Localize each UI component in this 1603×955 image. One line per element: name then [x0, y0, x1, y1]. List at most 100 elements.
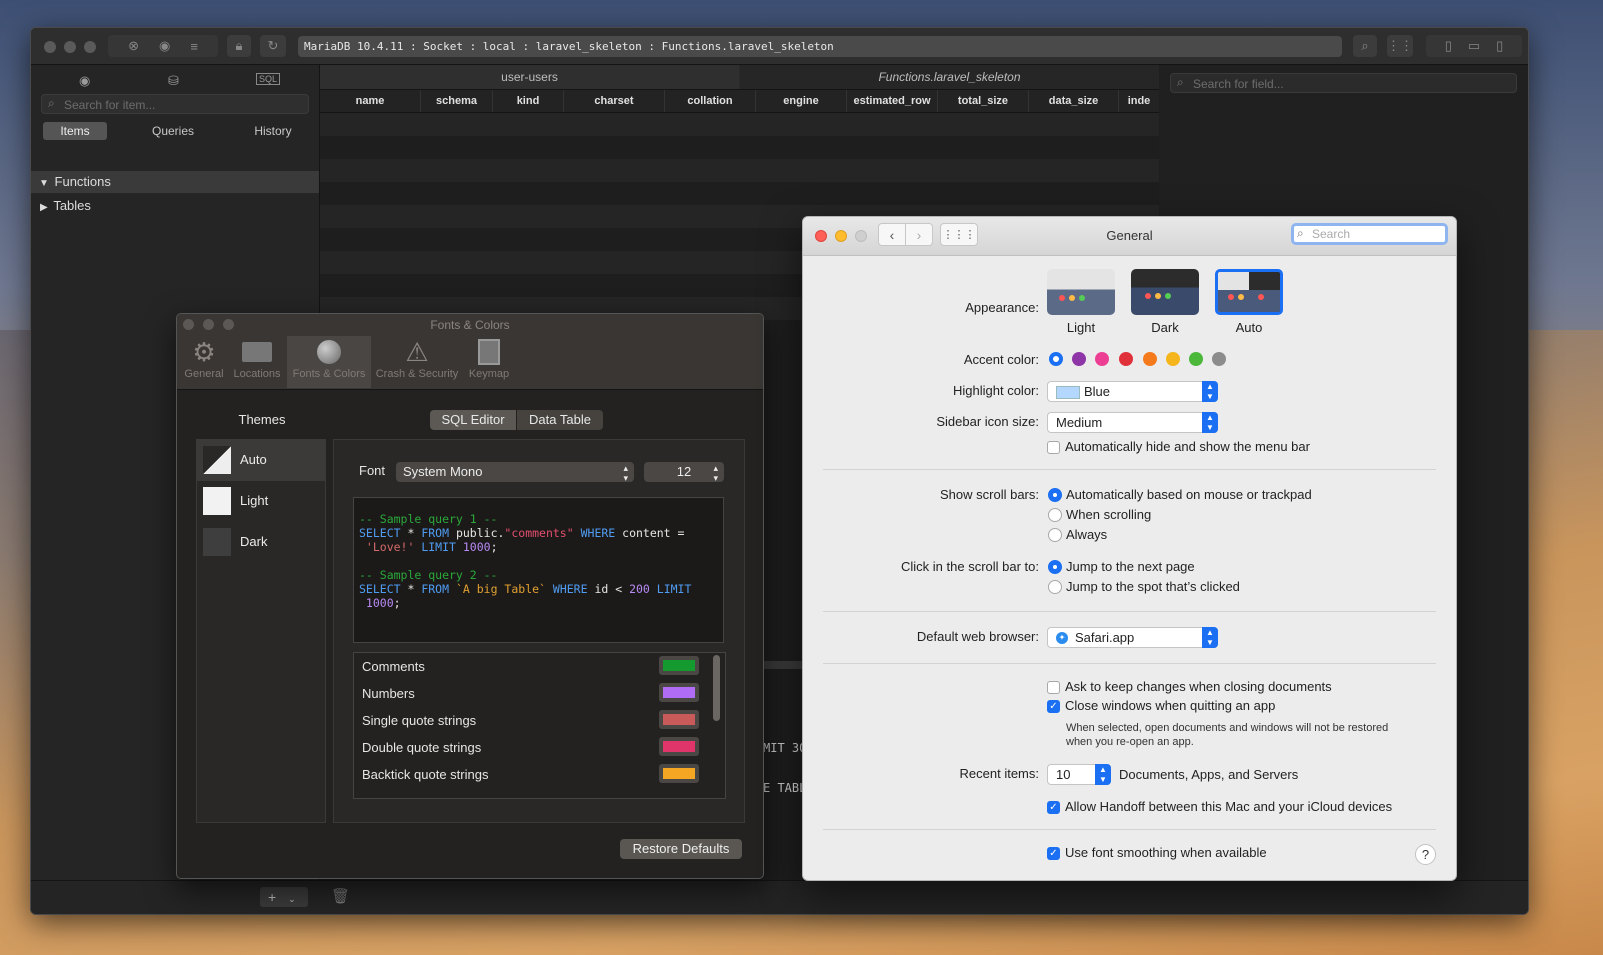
grid-icon[interactable]: ⋮⋮: [1387, 35, 1413, 57]
theme-item-light[interactable]: Light: [197, 481, 325, 522]
menubar-checkbox[interactable]: [1047, 441, 1060, 454]
click-next-page-radio[interactable]: [1048, 560, 1062, 574]
tool-keymap[interactable]: Keymap: [467, 336, 511, 388]
color-item-comments[interactable]: Comments: [354, 653, 714, 680]
tab-user-users[interactable]: user-users: [320, 65, 739, 89]
color-item-double-quote[interactable]: Double quote strings: [354, 734, 714, 761]
color-well[interactable]: [659, 683, 699, 702]
column-header[interactable]: estimated_row: [847, 90, 938, 112]
restore-defaults-button[interactable]: Restore Defaults: [620, 839, 742, 859]
table-row[interactable]: [320, 159, 1159, 182]
font-smoothing-checkbox[interactable]: ✓: [1047, 847, 1060, 860]
column-header[interactable]: engine: [756, 90, 847, 112]
scroll-auto-radio[interactable]: [1048, 488, 1062, 502]
scroll-always-radio[interactable]: [1048, 528, 1062, 542]
column-header[interactable]: inde: [1119, 90, 1159, 112]
field-search-input[interactable]: Search for field...: [1170, 73, 1517, 93]
lock-icon[interactable]: 🔒︎: [227, 35, 251, 57]
click-spot-radio[interactable]: [1048, 580, 1062, 594]
scrollbar-thumb[interactable]: [713, 655, 720, 721]
accent-color-orange[interactable]: [1143, 352, 1157, 366]
tool-general[interactable]: ⚙ General: [183, 336, 225, 388]
sql-icon[interactable]: SQL: [256, 73, 281, 85]
column-header[interactable]: charset: [564, 90, 665, 112]
table-row[interactable]: [320, 182, 1159, 205]
theme-item-dark[interactable]: Dark: [197, 522, 325, 563]
segment-history[interactable]: History: [241, 122, 305, 140]
right-panel-icon[interactable]: ▯: [1496, 38, 1503, 54]
segment-sql-editor[interactable]: SQL Editor: [430, 410, 516, 430]
color-well[interactable]: [659, 656, 699, 675]
appearance-light-thumb[interactable]: [1047, 269, 1115, 315]
connection-icon[interactable]: ◉: [79, 73, 90, 89]
default-browser-select[interactable]: ✦ Safari.app ▲ ▼: [1047, 627, 1218, 648]
column-header[interactable]: total_size: [938, 90, 1029, 112]
column-header[interactable]: schema: [421, 90, 493, 112]
column-header[interactable]: name: [320, 90, 421, 112]
database-icon[interactable]: ⛁: [168, 73, 179, 89]
preferences-search-input[interactable]: Search: [1291, 223, 1448, 245]
theme-thumbnail: [203, 528, 231, 556]
color-item-numbers[interactable]: Numbers: [354, 680, 714, 707]
segment-items[interactable]: Items: [43, 122, 107, 140]
sidebar-search-input[interactable]: Search for item...: [41, 94, 309, 114]
highlight-color-select[interactable]: Blue ▲ ▼: [1047, 381, 1218, 402]
connection-address-bar[interactable]: MariaDB 10.4.11 : Socket : local : larav…: [298, 36, 1342, 57]
color-item-label: Numbers: [362, 686, 415, 701]
close-window-button[interactable]: [44, 41, 56, 53]
color-item-single-quote[interactable]: Single quote strings: [354, 707, 714, 734]
column-header[interactable]: data_size: [1029, 90, 1119, 112]
tool-locations[interactable]: Locations: [231, 336, 283, 388]
ask-changes-checkbox[interactable]: [1047, 681, 1060, 694]
minimize-window-button[interactable]: [64, 41, 76, 53]
code-number: 1000: [455, 540, 491, 554]
handoff-checkbox[interactable]: ✓: [1047, 801, 1060, 814]
help-button[interactable]: ?: [1415, 844, 1436, 865]
color-well[interactable]: [659, 710, 699, 729]
recent-items-select[interactable]: 10 ▲ ▼: [1047, 764, 1111, 785]
appearance-dark-thumb[interactable]: [1131, 269, 1199, 315]
tool-label: Crash & Security: [375, 368, 459, 380]
close-windows-checkbox[interactable]: ✓: [1047, 700, 1060, 713]
trash-icon[interactable]: 🗑︎: [331, 887, 350, 905]
accent-color-yellow[interactable]: [1166, 352, 1180, 366]
column-header[interactable]: collation: [665, 90, 756, 112]
stop-icon[interactable]: ⊗: [128, 38, 139, 54]
accent-color-graphite[interactable]: [1212, 352, 1226, 366]
font-name-select[interactable]: System Mono ▴ ▾: [396, 462, 634, 483]
accent-color-red[interactable]: [1119, 352, 1133, 366]
segment-data-table[interactable]: Data Table: [517, 410, 603, 430]
tree-item-functions[interactable]: ▼ Functions: [31, 171, 319, 193]
sidebar-icon-size-select[interactable]: Medium ▲ ▼: [1047, 412, 1218, 433]
preview-icon[interactable]: ◉: [159, 38, 170, 54]
table-row[interactable]: [320, 113, 1159, 136]
accent-color-green[interactable]: [1189, 352, 1203, 366]
accent-color-blue[interactable]: [1049, 352, 1063, 366]
left-panel-icon[interactable]: ▯: [1445, 38, 1452, 54]
font-size-select[interactable]: 12 ▴ ▾: [644, 462, 724, 483]
tab-functions[interactable]: Functions.laravel_skeleton: [740, 65, 1159, 89]
table-row[interactable]: [320, 136, 1159, 159]
tree-item-tables[interactable]: ▶ Tables: [31, 195, 319, 217]
list-icon[interactable]: ≡: [190, 39, 198, 54]
theme-item-auto[interactable]: Auto: [197, 440, 325, 481]
tool-crash-security[interactable]: ⚠ Crash & Security: [373, 336, 461, 388]
zoom-window-button[interactable]: [84, 41, 96, 53]
console-text: E TABL: [763, 781, 807, 795]
tool-fonts-colors[interactable]: Fonts & Colors: [287, 336, 371, 388]
color-well[interactable]: [659, 764, 699, 783]
bottom-panel-icon[interactable]: ▭: [1468, 38, 1480, 54]
column-header[interactable]: kind: [493, 90, 564, 112]
color-well[interactable]: [659, 737, 699, 756]
search-icon[interactable]: ⌕: [1353, 35, 1377, 57]
color-item-backtick[interactable]: Backtick quote strings: [354, 761, 714, 788]
radio-label: Jump to the next page: [1066, 559, 1195, 574]
scroll-when-scrolling-radio[interactable]: [1048, 508, 1062, 522]
code-text: *: [400, 526, 422, 540]
add-button[interactable]: + ⌄: [260, 887, 308, 907]
reload-icon[interactable]: ↻: [260, 35, 286, 57]
appearance-auto-thumb[interactable]: [1215, 269, 1283, 315]
accent-color-pink[interactable]: [1095, 352, 1109, 366]
accent-color-purple[interactable]: [1072, 352, 1086, 366]
segment-queries[interactable]: Queries: [141, 122, 205, 140]
